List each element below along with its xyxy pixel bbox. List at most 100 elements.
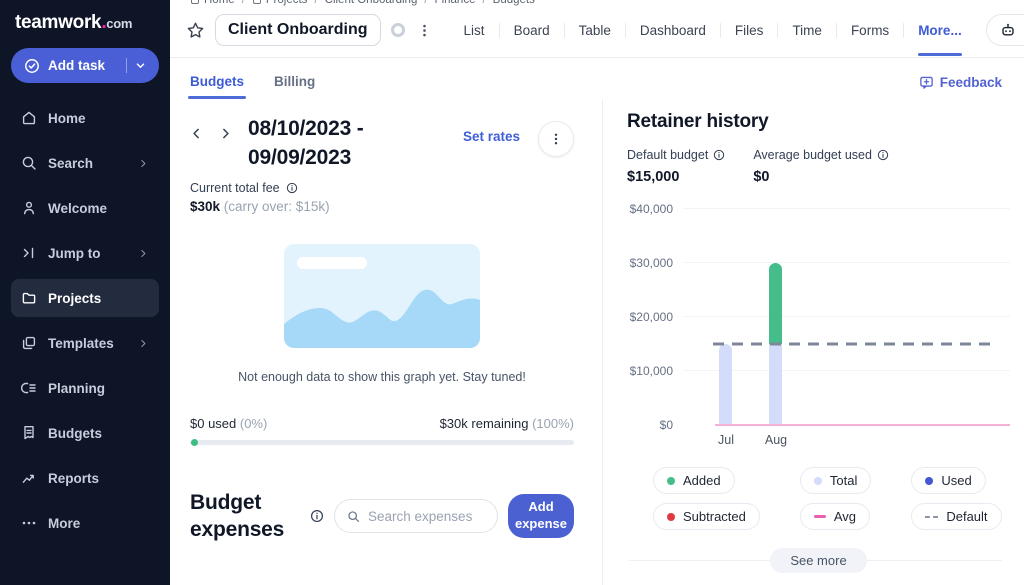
sidebar-item-label: Reports <box>48 471 99 486</box>
legend-added[interactable]: Added <box>653 467 735 494</box>
sidebar-item-reports[interactable]: Reports <box>11 459 159 497</box>
see-more-button[interactable]: See more <box>770 548 866 573</box>
sidebar-item-label: Search <box>48 156 93 171</box>
default-budget-stat: Default budget $15,000 <box>627 148 725 185</box>
legend-avg[interactable]: Avg <box>800 503 870 530</box>
usage-summary: $0 used (0%) $30k remaining (100%) <box>190 416 574 431</box>
period-nav <box>190 115 232 140</box>
sidebar-item-welcome[interactable]: Welcome <box>11 189 159 227</box>
breadcrumb-item[interactable]: Finance <box>435 0 476 6</box>
legend-marker-total <box>814 477 822 485</box>
budget-options-button[interactable] <box>538 121 574 157</box>
legend-used[interactable]: Used <box>911 467 985 494</box>
jump-to-icon <box>21 245 37 261</box>
tab-board[interactable]: Board <box>514 17 550 44</box>
search-expenses-input[interactable] <box>368 509 485 524</box>
chevron-left-icon[interactable] <box>190 127 203 140</box>
project-tabs: List Board Table Dashboard Files Time Forms Mor… <box>450 17 976 44</box>
chart-y-axis: $0$10,000$20,000$30,000$40,000 <box>627 209 683 425</box>
empty-graph-message: Not enough data to show this graph yet. … <box>190 370 574 384</box>
breadcrumb-item[interactable]: Projects <box>252 0 308 6</box>
feedback-icon <box>919 75 934 90</box>
star-icon[interactable] <box>186 21 205 40</box>
project-title[interactable]: Client Onboarding <box>215 14 381 46</box>
automate-button[interactable]: Automate <box>986 14 1024 46</box>
breadcrumb-item[interactable]: Home <box>190 0 235 6</box>
legend-subtracted[interactable]: Subtracted <box>653 503 760 530</box>
sidebar-item-templates[interactable]: Templates <box>11 324 159 362</box>
check-circle-icon <box>24 58 40 74</box>
sidebar-item-home[interactable]: Home <box>11 99 159 137</box>
sidebar-item-search[interactable]: Search <box>11 144 159 182</box>
tab-more[interactable]: More... <box>918 17 962 44</box>
subtab-list: Budgets Billing <box>190 74 345 99</box>
info-icon[interactable] <box>713 149 725 161</box>
x-tick-label: Aug <box>756 433 796 447</box>
see-more-row: See more <box>627 548 1010 572</box>
sidebar-item-label: Budgets <box>48 426 102 441</box>
remaining-amount: $30k remaining (100%) <box>440 416 574 431</box>
subtab-billing[interactable]: Billing <box>274 74 315 99</box>
tab-files[interactable]: Files <box>735 17 764 44</box>
kebab-menu-icon[interactable] <box>415 23 434 38</box>
info-icon[interactable] <box>310 509 324 523</box>
tab-separator <box>836 23 837 38</box>
tab-separator <box>777 23 778 38</box>
sidebar-item-label: Planning <box>48 381 105 396</box>
average-budget-value: $0 <box>753 169 889 185</box>
panels: 08/10/2023 - 09/09/2023 Set rates Curren… <box>170 99 1024 585</box>
breadcrumb-separator: / <box>482 0 485 6</box>
used-amount: $0 used (0%) <box>190 416 267 431</box>
legend-default[interactable]: Default <box>911 503 1001 530</box>
chevron-right-icon[interactable] <box>219 127 232 140</box>
feedback-button[interactable]: Feedback <box>919 75 1002 98</box>
search-icon <box>347 510 360 523</box>
brand-logo[interactable]: teamwork.com <box>11 10 159 48</box>
sidebar-item-jump-to[interactable]: Jump to <box>11 234 159 272</box>
legend-total[interactable]: Total <box>800 467 871 494</box>
retainer-history-title: Retainer history <box>627 111 1010 133</box>
retainer-panel: Retainer history Default budget $15,000 … <box>602 99 1024 585</box>
sidebar-item-planning[interactable]: Planning <box>11 369 159 407</box>
search-icon <box>21 155 37 171</box>
info-icon[interactable] <box>877 149 889 161</box>
sidebar-item-projects[interactable]: Projects <box>11 279 159 317</box>
legend-marker-avg <box>814 515 826 518</box>
budget-progress-bar <box>190 440 574 445</box>
chevron-down-icon[interactable] <box>135 60 146 71</box>
set-rates-link[interactable]: Set rates <box>463 115 520 144</box>
sidebar-item-budgets[interactable]: Budgets <box>11 414 159 452</box>
breadcrumb-item[interactable]: Budgets <box>493 0 535 6</box>
budget-expenses-title: Budget expenses <box>190 489 300 544</box>
subtab-budgets[interactable]: Budgets <box>190 74 244 99</box>
tab-separator <box>499 23 500 38</box>
reports-icon <box>21 470 37 486</box>
bar-total-jul <box>719 344 732 425</box>
budgets-icon <box>21 425 37 441</box>
add-expense-button[interactable]: Add expense <box>508 494 574 538</box>
info-icon[interactable] <box>286 182 298 194</box>
placeholder-wave <box>284 278 480 348</box>
x-tick-label: Jul <box>706 433 746 447</box>
gridline <box>683 208 1010 209</box>
chart-plot-area <box>683 209 1010 425</box>
current-total-fee-value: $30k (carry over: $15k) <box>190 199 574 214</box>
search-expenses-box <box>334 499 498 533</box>
period-range: 08/10/2023 - 09/09/2023 <box>248 115 430 173</box>
tab-list[interactable]: List <box>464 17 485 44</box>
bar-added-aug <box>769 263 782 344</box>
tab-table[interactable]: Table <box>579 17 611 44</box>
projects-icon <box>21 290 37 306</box>
tab-time[interactable]: Time <box>792 17 822 44</box>
gridline <box>683 262 1010 263</box>
add-task-label: Add task <box>48 58 105 73</box>
templates-icon <box>21 335 37 351</box>
tab-dashboard[interactable]: Dashboard <box>640 17 706 44</box>
sidebar-item-more[interactable]: More <box>11 504 159 542</box>
project-status-ring[interactable] <box>391 23 405 37</box>
breadcrumb-item[interactable]: Client Onboarding <box>325 0 418 6</box>
tab-forms[interactable]: Forms <box>851 17 889 44</box>
y-tick-label: $0 <box>660 418 673 432</box>
add-task-button[interactable]: Add task <box>11 48 159 83</box>
bar-total-aug <box>769 344 782 425</box>
